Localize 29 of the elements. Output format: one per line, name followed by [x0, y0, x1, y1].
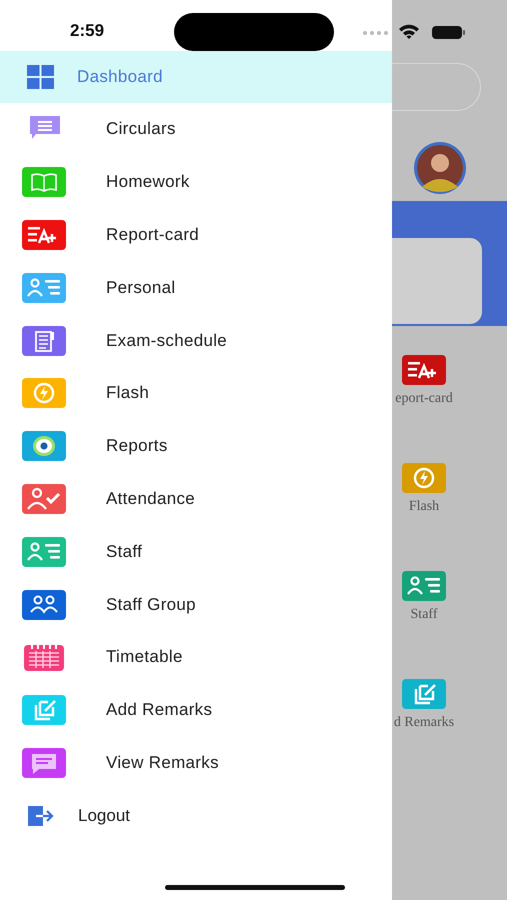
wifi-icon [398, 24, 420, 40]
menu-item[interactable]: Reports [0, 420, 392, 473]
logout-icon [28, 806, 54, 826]
tile-label: Staff [410, 607, 438, 623]
menu-item[interactable]: Staff Group [0, 578, 392, 631]
profile-card-icon[interactable] [402, 571, 446, 601]
logout-item[interactable]: Logout [0, 789, 392, 842]
lightning-icon[interactable] [402, 463, 446, 493]
menu-item[interactable]: Staff [0, 525, 392, 578]
menu-item[interactable]: Personal [0, 261, 392, 314]
menu-item[interactable]: Circulars [0, 103, 392, 156]
tile-label: eport-card [395, 391, 453, 407]
grade-icon[interactable] [402, 355, 446, 385]
menu-item[interactable]: Report-card [0, 208, 392, 262]
search-field[interactable] [392, 63, 481, 111]
signal-icon [363, 31, 389, 35]
menu-item[interactable]: Flash [0, 366, 392, 420]
battery-icon [432, 26, 466, 39]
tile-label: d Remarks [394, 715, 454, 731]
menu-item[interactable]: Attendance [0, 472, 392, 526]
menu-item[interactable]: Timetable [0, 630, 392, 684]
menu-item[interactable]: View Remarks [0, 736, 392, 790]
menu-item[interactable]: Homework [0, 156, 392, 209]
edit-icon[interactable] [402, 679, 446, 709]
status-time: 2:59 [70, 21, 104, 41]
menu-item[interactable]: Add Remarks [0, 684, 392, 737]
tile-label: Flash [408, 499, 440, 515]
menu-item[interactable]: Exam-schedule [0, 314, 392, 367]
menu-item[interactable]: Dashboard [0, 51, 392, 103]
